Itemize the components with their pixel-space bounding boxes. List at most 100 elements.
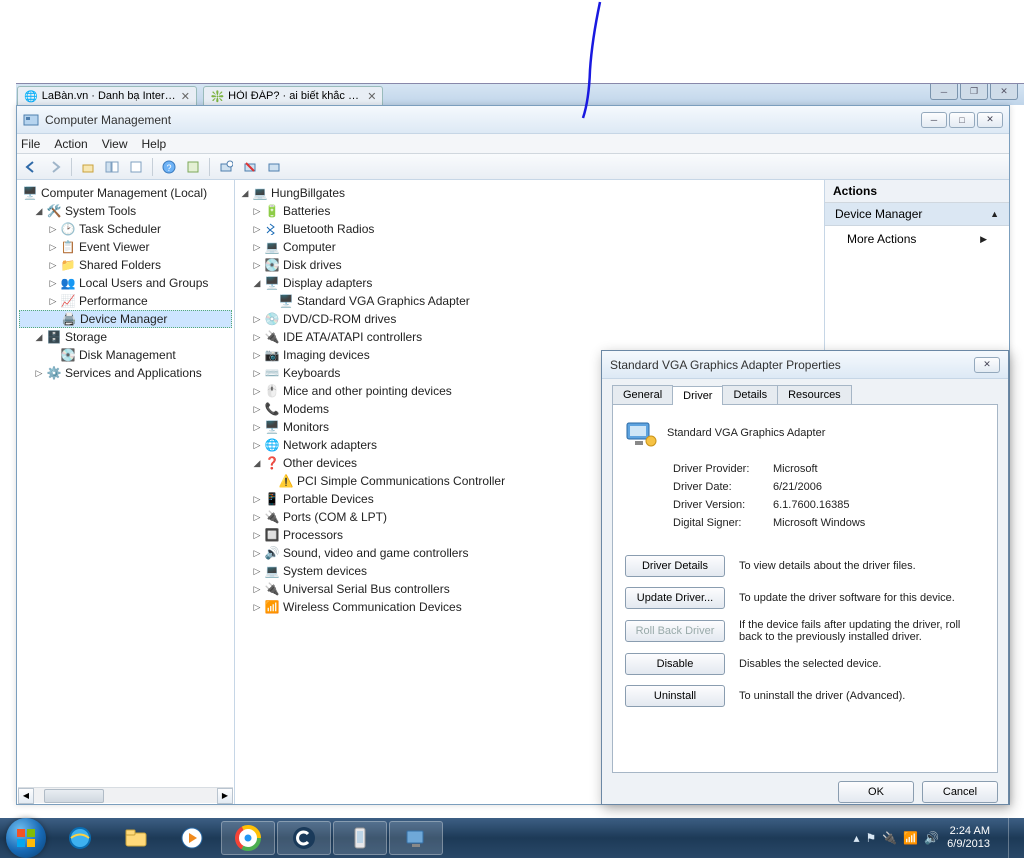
driver-details-button[interactable]: Driver Details <box>625 555 725 577</box>
show-hide-tree-button[interactable] <box>102 157 122 177</box>
dialog-titlebar[interactable]: Standard VGA Graphics Adapter Properties… <box>602 351 1008 379</box>
value-provider: Microsoft <box>773 463 818 475</box>
taskbar-chrome[interactable] <box>221 821 275 855</box>
devtree-root[interactable]: ◢💻HungBillgates <box>237 184 822 202</box>
up-button[interactable] <box>78 157 98 177</box>
close-icon[interactable]: ✕ <box>181 90 190 103</box>
unknown-icon: ❓ <box>264 455 280 471</box>
show-desktop-button[interactable] <box>1008 818 1018 858</box>
forward-button[interactable] <box>45 157 65 177</box>
controller-icon: 🔌 <box>264 329 280 345</box>
actions-more[interactable]: More Actions▶ <box>825 226 1009 252</box>
tree-system-tools[interactable]: ◢🛠️System Tools <box>19 202 232 220</box>
tree-device-manager[interactable]: 🖨️Device Manager <box>19 310 232 328</box>
taskbar-ie[interactable] <box>53 821 107 855</box>
tree-shared-folders[interactable]: ▷📁Shared Folders <box>19 256 232 274</box>
uninstall-button[interactable] <box>240 157 260 177</box>
taskbar-wmp[interactable] <box>165 821 219 855</box>
tray-volume-icon[interactable]: 🔊 <box>924 831 939 845</box>
start-button[interactable] <box>6 818 46 858</box>
tray-chevron-icon[interactable]: ▴ <box>854 831 860 845</box>
cd-icon: 💿 <box>264 311 280 327</box>
back-button[interactable] <box>21 157 41 177</box>
perf-icon: 📈 <box>60 293 76 309</box>
minimize-button[interactable]: ─ <box>930 84 958 100</box>
menu-view[interactable]: View <box>102 137 128 151</box>
taskbar-phone-app[interactable] <box>333 821 387 855</box>
properties-button[interactable] <box>183 157 203 177</box>
tree-performance[interactable]: ▷📈Performance <box>19 292 232 310</box>
close-button[interactable]: ✕ <box>990 84 1018 100</box>
clock-icon: 🕑 <box>60 221 76 237</box>
cancel-button[interactable]: Cancel <box>922 781 998 803</box>
warning-icon: ⚠️ <box>278 473 294 489</box>
menubar: File Action View Help <box>17 134 1009 154</box>
taskbar-explorer[interactable] <box>109 821 163 855</box>
scroll-left-arrow[interactable]: ◀ <box>18 788 34 804</box>
browser-tab-2[interactable]: ❇️ HỎI ĐÁP? · ai biết khắc p... ✕ <box>203 86 383 105</box>
minimize-button[interactable]: ─ <box>921 112 947 128</box>
titlebar[interactable]: Computer Management ─ □ ✕ <box>17 106 1009 134</box>
devtree-bluetooth[interactable]: ▷Bluetooth Radios <box>237 220 822 238</box>
monitor-icon: 🖥️ <box>264 419 280 435</box>
tree-storage[interactable]: ◢🗄️Storage <box>19 328 232 346</box>
disable-button[interactable]: Disable <box>625 653 725 675</box>
browser-tab-1[interactable]: 🌐 LaBàn.vn · Danh bạ Intern... ✕ <box>17 86 197 105</box>
computer-icon: 💻 <box>264 239 280 255</box>
actions-context[interactable]: Device Manager▲ <box>825 203 1009 226</box>
portable-icon: 📱 <box>264 491 280 507</box>
modem-icon: 📞 <box>264 401 280 417</box>
update-driver-button[interactable] <box>264 157 284 177</box>
tree-root[interactable]: 🖥️Computer Management (Local) <box>19 184 232 202</box>
tray-power-icon[interactable]: 🔌 <box>882 831 897 845</box>
tree-services[interactable]: ▷⚙️Services and Applications <box>19 364 232 382</box>
desc-details: To view details about the driver files. <box>739 560 985 572</box>
label-signer: Digital Signer: <box>673 517 773 529</box>
tree-task-scheduler[interactable]: ▷🕑Task Scheduler <box>19 220 232 238</box>
close-button[interactable]: ✕ <box>974 357 1000 373</box>
taskbar-computer-mgmt[interactable] <box>389 821 443 855</box>
devtree-computer[interactable]: ▷💻Computer <box>237 238 822 256</box>
devtree-diskdrives[interactable]: ▷💽Disk drives <box>237 256 822 274</box>
menu-file[interactable]: File <box>21 137 40 151</box>
maximize-button[interactable]: □ <box>949 112 975 128</box>
system-tray: ▴ ⚑ 🔌 📶 🔊 2:24 AM 6/9/2013 <box>854 818 1018 858</box>
devtree-ide[interactable]: ▷🔌IDE ATA/ATAPI controllers <box>237 328 822 346</box>
tree-event-viewer[interactable]: ▷📋Event Viewer <box>19 238 232 256</box>
scroll-thumb[interactable] <box>44 789 104 803</box>
uninstall-button[interactable]: Uninstall <box>625 685 725 707</box>
page-icon: ❇️ <box>210 90 224 103</box>
maximize-button[interactable]: ❐ <box>960 84 988 100</box>
tree-disk-management[interactable]: 💽Disk Management <box>19 346 232 364</box>
devtree-dvd[interactable]: ▷💿DVD/CD-ROM drives <box>237 310 822 328</box>
console-tree[interactable]: 🖥️Computer Management (Local) ◢🛠️System … <box>17 180 235 804</box>
export-button[interactable] <box>126 157 146 177</box>
devtree-batteries[interactable]: ▷🔋Batteries <box>237 202 822 220</box>
horizontal-scrollbar[interactable]: ◀ ▶ <box>18 787 233 803</box>
tree-local-users[interactable]: ▷👥Local Users and Groups <box>19 274 232 292</box>
menu-action[interactable]: Action <box>54 137 87 151</box>
tray-clock[interactable]: 2:24 AM 6/9/2013 <box>947 825 996 851</box>
tray-flag-icon[interactable]: ⚑ <box>866 831 877 845</box>
tab-resources[interactable]: Resources <box>777 385 852 404</box>
help-button[interactable]: ? <box>159 157 179 177</box>
tray-date: 6/9/2013 <box>947 838 990 851</box>
devtree-standard-vga[interactable]: 🖥️Standard VGA Graphics Adapter <box>237 292 822 310</box>
folder-icon: 📁 <box>60 257 76 273</box>
windows-logo-icon <box>15 827 37 849</box>
close-icon[interactable]: ✕ <box>367 90 376 103</box>
tray-network-icon[interactable]: 📶 <box>903 831 918 845</box>
update-driver-button[interactable]: Update Driver... <box>625 587 725 609</box>
devtree-display[interactable]: ◢🖥️Display adapters <box>237 274 822 292</box>
storage-icon: 🗄️ <box>46 329 62 345</box>
tab-general[interactable]: General <box>612 385 673 404</box>
ok-button[interactable]: OK <box>838 781 914 803</box>
bluetooth-icon <box>264 221 280 237</box>
close-button[interactable]: ✕ <box>977 112 1003 128</box>
tab-driver[interactable]: Driver <box>672 386 723 405</box>
taskbar-app-c[interactable] <box>277 821 331 855</box>
scan-hardware-button[interactable] <box>216 157 236 177</box>
menu-help[interactable]: Help <box>142 137 167 151</box>
scroll-right-arrow[interactable]: ▶ <box>217 788 233 804</box>
tab-details[interactable]: Details <box>722 385 778 404</box>
